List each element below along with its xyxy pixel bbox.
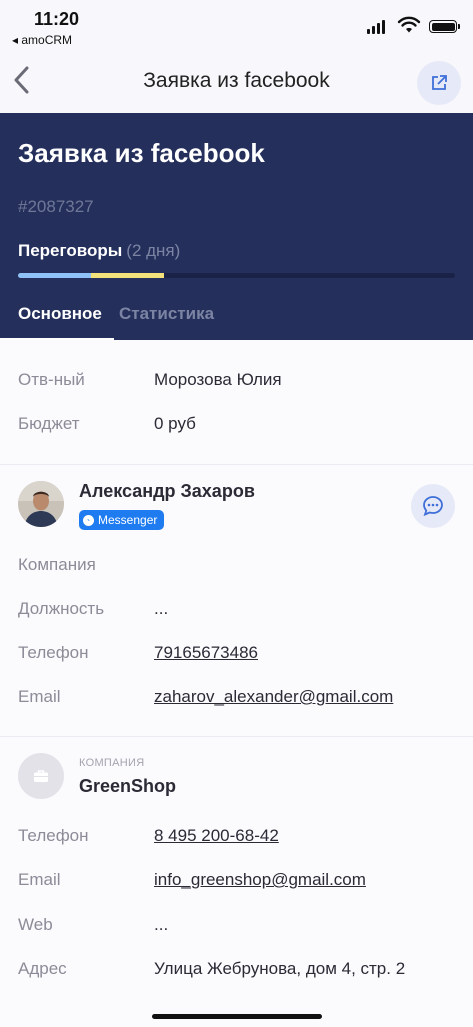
field-budget[interactable]: Бюджет 0 руб: [18, 414, 455, 438]
contact-name[interactable]: Александр Захаров: [79, 481, 255, 502]
company-name[interactable]: GreenShop: [79, 776, 176, 797]
company-section: КОМПАНИЯ GreenShop Телефон 8 495 200-68-…: [0, 737, 473, 1027]
home-indicator[interactable]: [152, 1014, 322, 1019]
field-label: Бюджет: [18, 414, 80, 433]
open-external-button[interactable]: [417, 61, 461, 105]
deal-stage[interactable]: Переговоры (2 дня): [18, 241, 180, 261]
company-field-phone[interactable]: Телефон 8 495 200-68-42: [18, 826, 455, 850]
company-kicker: КОМПАНИЯ: [79, 757, 145, 769]
chat-button[interactable]: [411, 484, 455, 528]
battery-icon: [429, 20, 460, 33]
company-field-address[interactable]: Адрес Улица Жебрунова, дом 4, стр. 2: [18, 959, 455, 983]
contact-section: Александр Захаров Messenger Компания Дол…: [0, 465, 473, 737]
field-label: Отв-ный: [18, 370, 85, 389]
contact-photo: [18, 481, 64, 527]
email-link[interactable]: info_greenshop@gmail.com: [154, 870, 366, 890]
messenger-badge: Messenger: [79, 510, 165, 530]
email-link[interactable]: zaharov_alexander@gmail.com: [154, 687, 393, 707]
field-label: Адрес: [18, 959, 67, 978]
contact-avatar[interactable]: [18, 481, 64, 527]
field-label: Телефон: [18, 643, 89, 662]
phone-link[interactable]: 8 495 200-68-42: [154, 826, 279, 846]
deal-id: #2087327: [18, 197, 94, 216]
phone-link[interactable]: 79165673486: [154, 643, 258, 663]
contact-field-company[interactable]: Компания: [18, 555, 455, 579]
chat-icon: [423, 496, 443, 517]
field-value: ...: [154, 599, 169, 618]
field-label: Web: [18, 915, 53, 934]
company-avatar[interactable]: [18, 753, 64, 799]
pipeline-stage-1: [18, 273, 91, 278]
field-label: Email: [18, 687, 61, 706]
back-to-app-link[interactable]: ◂ amoCRM: [12, 33, 72, 47]
status-time: 11:20: [34, 9, 80, 29]
field-responsible[interactable]: Отв-ный Морозова Юлия: [18, 370, 455, 394]
deal-stage-duration: (2 дня): [126, 241, 181, 260]
contact-field-position[interactable]: Должность ...: [18, 599, 455, 623]
contact-field-phone[interactable]: Телефон 79165673486: [18, 643, 455, 667]
field-value: Морозова Юлия: [154, 370, 282, 389]
company-field-email[interactable]: Email info_greenshop@gmail.com: [18, 870, 455, 894]
field-label: Должность: [18, 599, 105, 618]
company-field-web[interactable]: Web ...: [18, 915, 455, 939]
tab-statistics[interactable]: Статистика: [119, 304, 214, 324]
status-bar: 11:20 ◂ amoCRM: [0, 0, 473, 48]
tab-bar: Основное Статистика: [0, 290, 473, 341]
wifi-icon: [397, 16, 421, 33]
field-label: Компания: [18, 555, 96, 574]
deal-header: Заявка из facebook #2087327 Переговоры (2…: [0, 113, 473, 341]
field-label: Телефон: [18, 826, 89, 845]
messenger-icon: [83, 514, 94, 526]
field-value: Улица Жебрунова, дом 4, стр. 2: [154, 959, 406, 978]
briefcase-icon: [34, 770, 48, 782]
field-value: 0 руб: [154, 414, 196, 433]
field-value: ...: [154, 915, 169, 934]
signal-icon: [367, 20, 385, 34]
nav-title: Заявка из facebook: [143, 69, 330, 92]
external-link-icon: [432, 75, 447, 90]
pipeline-stage-2: [91, 273, 164, 278]
deal-fields-section: Отв-ный Морозова Юлия Бюджет 0 руб: [0, 340, 473, 465]
navigation-bar: Заявка из facebook: [0, 48, 473, 113]
deal-name: Заявка из facebook: [18, 138, 265, 168]
field-label: Email: [18, 870, 61, 889]
pipeline-progress: [18, 273, 455, 278]
tab-main[interactable]: Основное: [0, 304, 114, 341]
contact-field-email[interactable]: Email zaharov_alexander@gmail.com: [18, 687, 455, 711]
deal-stage-label: Переговоры: [18, 241, 123, 260]
messenger-label: Messenger: [98, 513, 158, 527]
